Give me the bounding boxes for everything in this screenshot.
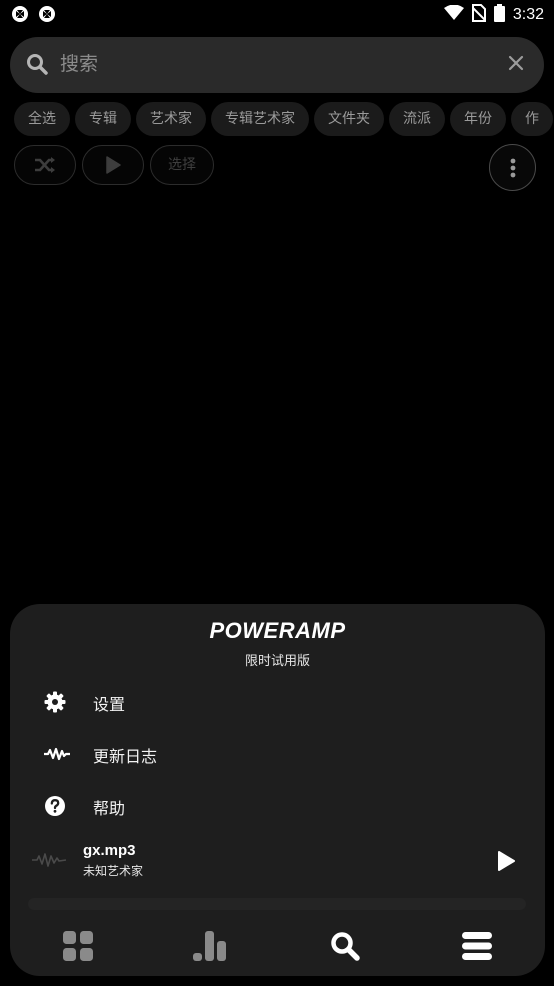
search-icon	[26, 53, 48, 79]
main-menu-sheet: POWERAMP 限时试用版 设置 更新日志 帮助 gx.mp3 未知艺术家	[10, 604, 545, 976]
gear-icon	[44, 691, 66, 713]
chip-composers[interactable]: 作	[511, 102, 553, 136]
sync-icon	[38, 5, 56, 27]
chip-album-artists[interactable]: 专辑艺术家	[211, 102, 309, 136]
chip-years[interactable]: 年份	[450, 102, 506, 136]
seek-bar[interactable]	[28, 898, 526, 910]
help-icon	[44, 795, 66, 817]
waveform-icon	[44, 743, 70, 765]
close-icon[interactable]	[508, 55, 524, 75]
menu-item-label: 更新日志	[93, 747, 158, 766]
track-title: gx.mp3	[83, 842, 136, 859]
status-bar: 3:32	[0, 0, 554, 30]
app-screen: 3:32 全选专辑艺术家专辑艺术家文件夹流派年份作 选择 POWERAM	[0, 0, 554, 986]
track-artist: 未知艺术家	[83, 864, 144, 878]
trial-label: 限时试用版	[244, 654, 310, 669]
waveform-icon	[32, 850, 67, 874]
wifi-icon	[443, 4, 464, 25]
menu-item-label: 帮助	[93, 799, 126, 818]
menu-item-label: 设置	[93, 695, 126, 714]
nav-queue-button[interactable]	[455, 928, 499, 964]
chip-select-all[interactable]: 全选	[14, 102, 70, 136]
chip-artists[interactable]: 艺术家	[136, 102, 206, 136]
chip-genres[interactable]: 流派	[389, 102, 445, 136]
menu-item-settings[interactable]: 设置	[10, 680, 545, 724]
now-playing-bar[interactable]: gx.mp3 未知艺术家	[10, 840, 545, 884]
nav-equalizer-button[interactable]	[188, 928, 232, 964]
clock: 3:32	[512, 6, 544, 23]
play-icon[interactable]	[496, 850, 516, 876]
filter-chips: 全选 专辑 艺术家 专辑艺术家 文件夹 流派 年份作	[14, 102, 554, 136]
menu-item-changelog[interactable]: 更新日志	[10, 732, 545, 776]
play-all-button[interactable]	[82, 145, 144, 185]
bottom-navigation	[10, 924, 545, 968]
more-options-button[interactable]	[489, 144, 536, 191]
nav-search-button[interactable]	[323, 928, 367, 964]
logo-text: POWERAMP	[209, 618, 346, 643]
chip-albums[interactable]: 专辑	[75, 102, 131, 136]
app-logo: POWERAMP	[10, 618, 545, 644]
no-sim-icon	[471, 4, 487, 26]
sync-icon	[11, 5, 29, 27]
select-button[interactable]: 选择	[150, 145, 214, 185]
menu-item-help[interactable]: 帮助	[10, 784, 545, 828]
search-input[interactable]	[60, 49, 480, 79]
search-bar[interactable]	[10, 37, 544, 93]
nav-library-button[interactable]	[56, 928, 100, 964]
battery-icon	[493, 4, 505, 26]
chip-folders[interactable]: 文件夹	[314, 102, 384, 136]
shuffle-button[interactable]	[14, 145, 76, 185]
